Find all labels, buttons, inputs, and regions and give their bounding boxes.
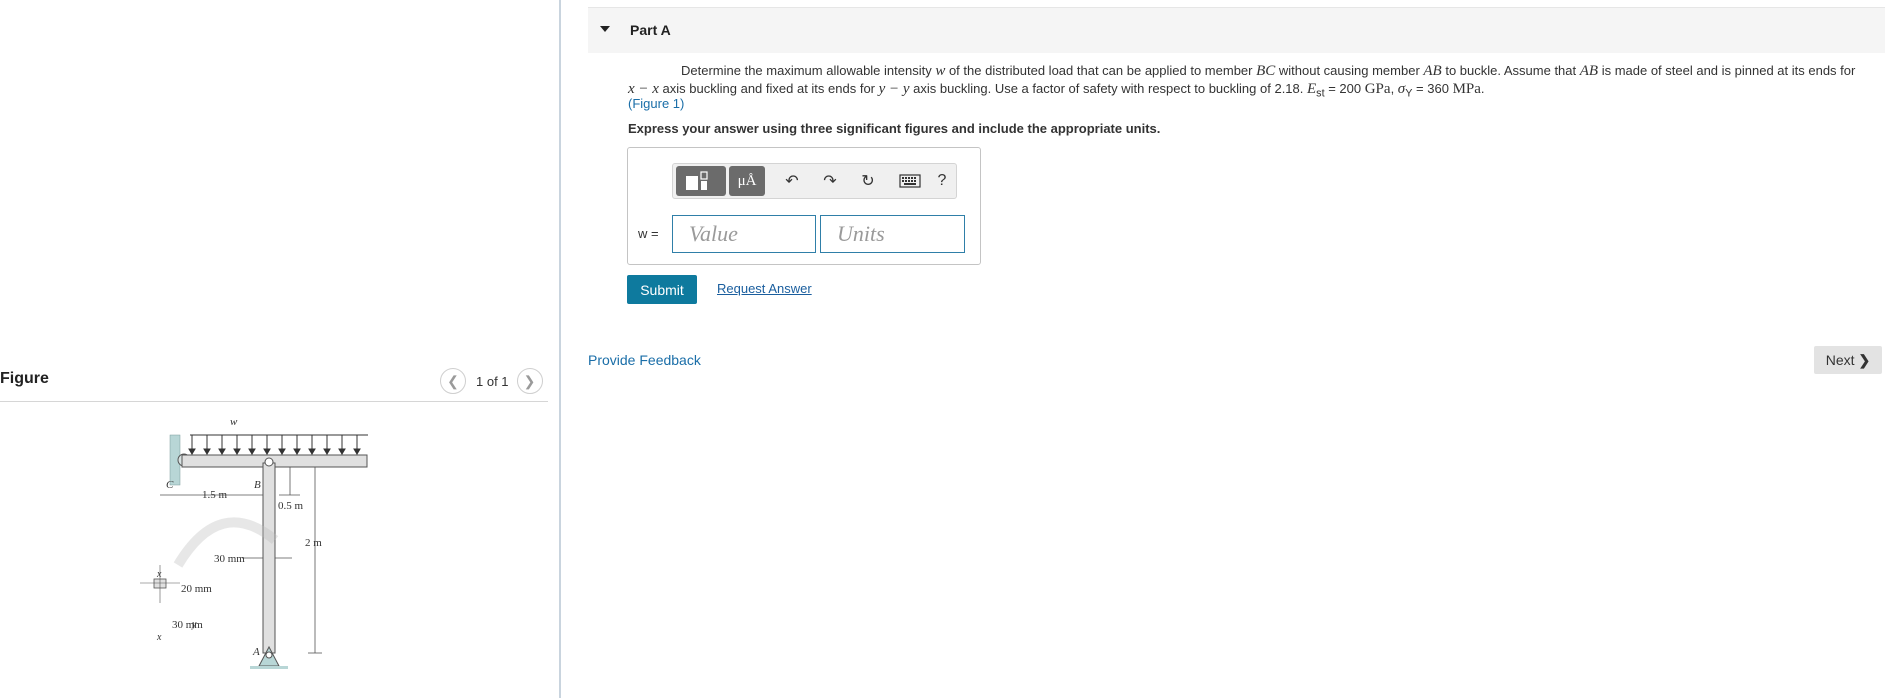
symbol-ab: AB	[1579, 63, 1599, 79]
symbol-ab: AB	[1423, 63, 1442, 79]
keyboard-icon	[899, 174, 921, 188]
math-toolbar: μÅ ↶ ↷ ↻ ?	[672, 163, 957, 199]
label-load: w	[230, 416, 238, 428]
part-title: Part A	[630, 22, 671, 38]
next-label: Next	[1825, 352, 1855, 368]
next-figure-button[interactable]: ❯	[516, 368, 543, 394]
redo-icon: ↷	[823, 173, 837, 190]
keyboard-button[interactable]	[893, 166, 927, 196]
figure-diagram: w C B A 1.5 m 0.5 m 2 m 30 mm 20 mm 30 m…	[140, 415, 410, 675]
reset-button[interactable]: ↻	[853, 166, 883, 196]
label-axis-x-top: x	[156, 569, 162, 580]
figure-panel: Figure ❮ 1 of 1 ❯ w C B A 1.5 m 0.5 m 2 …	[0, 0, 560, 698]
unit-gpa: GPa	[1364, 81, 1391, 97]
part-a-header[interactable]: Part A	[588, 7, 1885, 53]
figure-title: Figure	[0, 370, 49, 387]
unit-mpa: MPa	[1452, 81, 1481, 97]
label-section-height: 20 mm	[181, 583, 212, 595]
label-axis-x-bottom: x	[156, 632, 162, 643]
units-input[interactable]: Units	[820, 215, 965, 253]
label-dim-bc: 1.5 m	[202, 489, 228, 501]
label-section-depth: 30 mm	[172, 619, 203, 631]
figure-pager: ❮ 1 of 1 ❯	[440, 368, 543, 394]
caret-down-icon	[600, 26, 610, 32]
figure-header: Figure ❮ 1 of 1 ❯	[0, 360, 548, 402]
chevron-left-icon: ❮	[447, 372, 459, 389]
symbol-yy: y − y	[878, 81, 910, 97]
pin-b	[264, 457, 274, 467]
symbol-bc: BC	[1256, 63, 1276, 79]
label-a: A	[252, 646, 260, 658]
value-input[interactable]: Value	[672, 215, 816, 253]
label-c: C	[166, 479, 174, 491]
prev-figure-button[interactable]: ❮	[440, 368, 466, 394]
chevron-right-icon: ❯	[1858, 351, 1871, 368]
provide-feedback-link[interactable]: Provide Feedback	[588, 352, 701, 368]
label-section-width: 30 mm	[214, 553, 245, 565]
symbol-w: w	[935, 63, 946, 79]
label-dim-height: 2 m	[305, 537, 322, 549]
label-axis-y-right: y	[191, 619, 197, 630]
submit-button[interactable]: Submit	[627, 275, 697, 304]
undo-icon: ↶	[785, 173, 799, 190]
help-button[interactable]: ?	[929, 166, 955, 196]
reset-icon: ↻	[861, 173, 875, 190]
symbol-xx: x − x	[628, 81, 659, 97]
next-button[interactable]: Next ❯	[1814, 346, 1882, 374]
figure-page-count: 1 of 1	[476, 373, 509, 389]
answer-label: w =	[638, 226, 659, 241]
frame-diagram: w C B A 1.5 m 0.5 m 2 m 30 mm 20 mm 30 m…	[140, 416, 368, 669]
request-answer-link[interactable]: Request Answer	[717, 281, 812, 296]
figure-link[interactable]: (Figure 1)	[628, 96, 684, 111]
answer-instruction: Express your answer using three signific…	[628, 121, 1161, 136]
pin-a	[265, 651, 273, 659]
distributed-load	[188, 434, 368, 455]
redo-button[interactable]: ↷	[815, 166, 845, 196]
problem-statement: Determine the maximum allowable intensit…	[628, 63, 1856, 100]
units-button[interactable]: μÅ	[729, 166, 765, 196]
templates-icon	[686, 171, 708, 190]
ground	[250, 666, 288, 669]
chevron-right-icon: ❯	[523, 372, 536, 389]
label-dim-top: 0.5 m	[278, 500, 304, 512]
panel-divider[interactable]	[559, 0, 561, 698]
templates-button[interactable]	[676, 166, 726, 196]
column-ab	[262, 462, 276, 654]
answer-box: μÅ ↶ ↷ ↻ ? w = Value Units	[627, 147, 981, 265]
label-b: B	[254, 479, 261, 491]
undo-button[interactable]: ↶	[777, 166, 807, 196]
symbol-est: E	[1306, 81, 1317, 97]
